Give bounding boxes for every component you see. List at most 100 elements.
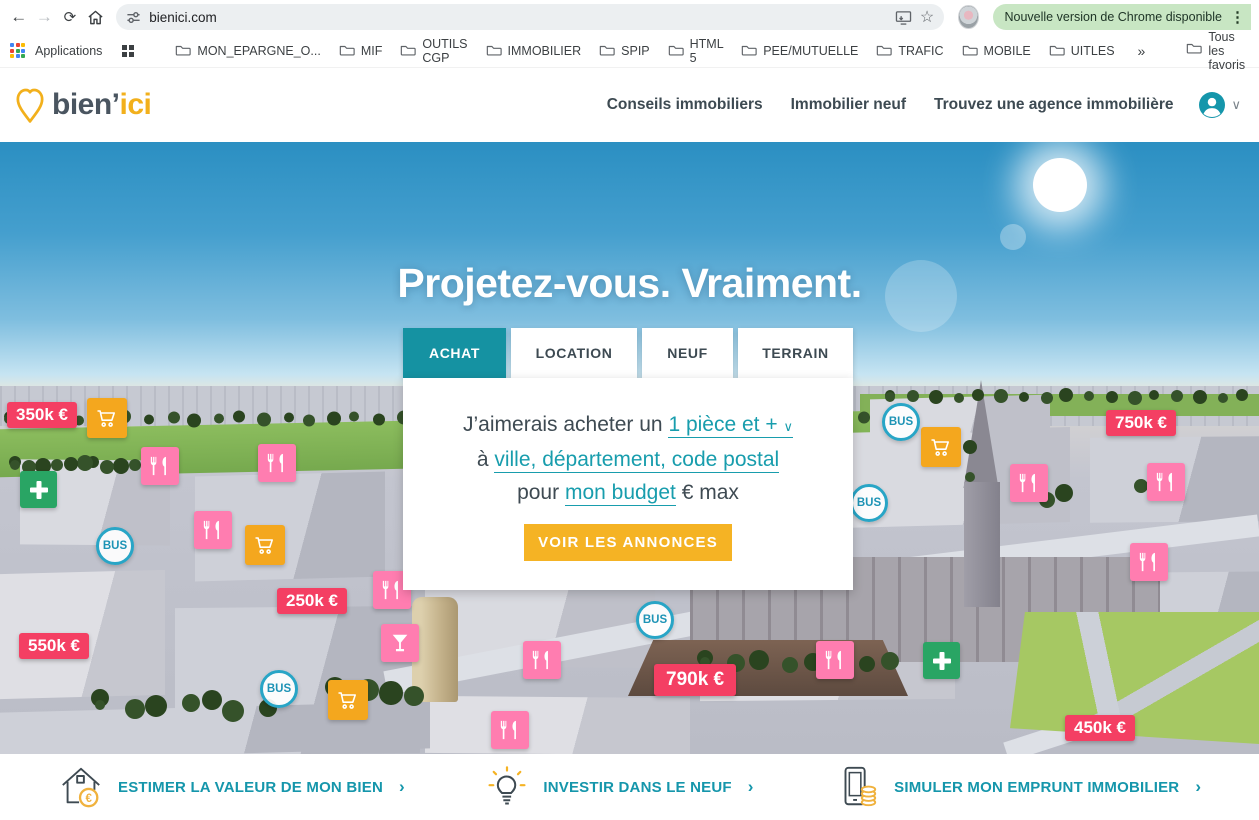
bookmark-folder-item[interactable]: SPIP bbox=[590, 39, 659, 63]
bus-stop-pin: BUS bbox=[96, 527, 134, 565]
tab-terrain[interactable]: TERRAIN bbox=[738, 328, 853, 378]
pharmacy-plus-icon bbox=[27, 478, 51, 502]
bookmark-folder-item[interactable]: IMMOBILIER bbox=[477, 39, 591, 63]
map-trees bbox=[95, 700, 105, 710]
tab-achat[interactable]: ACHAT bbox=[403, 328, 506, 378]
bookmark-folder-item[interactable]: UITLES bbox=[1040, 39, 1124, 63]
location-label: à bbox=[477, 448, 489, 471]
bookmark-label: TRAFIC bbox=[898, 44, 943, 58]
footer-action-1[interactable]: € ESTIMER LA VALEUR DE MON BIEN› bbox=[58, 764, 405, 810]
bienici-logo[interactable]: bien’ici bbox=[14, 86, 151, 124]
folder-icon bbox=[668, 44, 684, 57]
kebab-menu-icon[interactable]: ⋮ bbox=[1230, 8, 1245, 26]
folder-icon bbox=[741, 44, 757, 57]
nav-item-trouvez-une-agence-immobili-re[interactable]: Trouvez une agence immobilière bbox=[934, 96, 1173, 114]
bookmark-folder-item[interactable]: HTML 5 bbox=[659, 39, 733, 63]
bookmarks-bar: Applications MON_EPARGNE_O... MIF OUTILS… bbox=[0, 34, 1259, 68]
location-input[interactable]: ville, département, code postal bbox=[494, 448, 779, 473]
folder-icon bbox=[876, 44, 892, 57]
folder-icon bbox=[339, 44, 355, 57]
bookmark-folder-item[interactable]: MIF bbox=[330, 39, 392, 63]
profile-avatar[interactable] bbox=[958, 5, 978, 29]
search-tabs: ACHATLOCATIONNEUFTERRAIN bbox=[403, 328, 853, 378]
see-listings-button[interactable]: VOIR LES ANNONCES bbox=[524, 524, 732, 561]
address-bar[interactable]: bienici.com ☆ bbox=[116, 4, 944, 30]
restaurant-pin bbox=[258, 444, 296, 482]
sun bbox=[1033, 158, 1087, 212]
bookmark-star-icon[interactable]: ☆ bbox=[920, 7, 934, 27]
restaurant-icon bbox=[266, 452, 288, 474]
bookmark-label: SPIP bbox=[621, 44, 650, 58]
footer-action-label: ESTIMER LA VALEUR DE MON BIEN bbox=[118, 779, 383, 796]
svg-text:€: € bbox=[85, 793, 92, 805]
home-icon[interactable] bbox=[85, 4, 107, 30]
shopping-pin bbox=[245, 525, 285, 565]
restaurant-pin bbox=[491, 711, 529, 749]
folder-icon bbox=[175, 44, 191, 57]
restaurant-icon bbox=[1138, 551, 1160, 573]
restaurant-pin bbox=[1130, 543, 1168, 581]
phone-coins-icon bbox=[834, 764, 880, 810]
restaurant-icon bbox=[1018, 472, 1040, 494]
tab-location[interactable]: LOCATION bbox=[511, 328, 637, 378]
shopping-pin bbox=[87, 398, 127, 438]
footer-action-label: SIMULER MON EMPRUNT IMMOBILIER bbox=[894, 779, 1179, 796]
apps-label[interactable]: Applications bbox=[35, 44, 102, 58]
bookmark-folder-item[interactable]: MON_EPARGNE_O... bbox=[166, 39, 329, 63]
restaurant-icon bbox=[1155, 471, 1177, 493]
user-account-icon bbox=[1199, 92, 1225, 118]
budget-suffix: € max bbox=[682, 481, 739, 504]
account-menu[interactable]: ∨ bbox=[1199, 92, 1241, 118]
bus-stop-pin: BUS bbox=[636, 601, 674, 639]
all-bookmarks-folder[interactable]: Tous les favoris bbox=[1177, 39, 1254, 63]
shopping-pin bbox=[921, 427, 961, 467]
chrome-update-badge[interactable]: Nouvelle version de Chrome disponible ⋮ bbox=[993, 4, 1251, 30]
bookmark-label: MON_EPARGNE_O... bbox=[197, 44, 320, 58]
bookmark-label: HTML 5 bbox=[690, 37, 724, 65]
back-icon[interactable]: ← bbox=[8, 4, 30, 30]
footer-action-3[interactable]: SIMULER MON EMPRUNT IMMOBILIER› bbox=[834, 764, 1201, 810]
budget-label: pour bbox=[517, 481, 559, 504]
bookmark-folder-item[interactable]: TRAFIC bbox=[867, 39, 952, 63]
hero-3d-map: 350k €750k €250k €550k €790k €450k € bbox=[0, 142, 1259, 754]
reading-list-grid-icon[interactable] bbox=[122, 45, 134, 57]
bus-stop-pin: BUS bbox=[260, 670, 298, 708]
restaurant-icon bbox=[202, 519, 224, 541]
restaurant-icon bbox=[499, 719, 521, 741]
footer-action-2[interactable]: INVESTIR DANS LE NEUF› bbox=[485, 764, 753, 810]
browser-toolbar: ← → ⟳ bienici.com ☆ Nouvelle version de … bbox=[0, 0, 1259, 34]
folder-icon bbox=[400, 44, 416, 57]
nav-item-immobilier-neuf[interactable]: Immobilier neuf bbox=[791, 96, 906, 114]
search-prefix: J’aimerais acheter un bbox=[463, 413, 663, 436]
restaurant-pin bbox=[816, 641, 854, 679]
reload-icon[interactable]: ⟳ bbox=[59, 4, 81, 30]
restaurant-pin bbox=[1147, 463, 1185, 501]
url-text[interactable]: bienici.com bbox=[149, 10, 887, 25]
bookmark-folder-item[interactable]: PEE/MUTUELLE bbox=[732, 39, 867, 63]
site-info-icon[interactable] bbox=[126, 10, 141, 25]
price-tag: 250k € bbox=[277, 588, 347, 614]
heart-pin-icon bbox=[14, 86, 46, 124]
tab-neuf[interactable]: NEUF bbox=[642, 328, 733, 378]
budget-input[interactable]: mon budget bbox=[565, 481, 676, 506]
map-trees bbox=[885, 392, 895, 402]
forward-icon[interactable]: → bbox=[34, 4, 56, 30]
price-tag: 750k € bbox=[1106, 410, 1176, 436]
map-trees bbox=[965, 472, 975, 482]
restaurant-icon bbox=[381, 579, 403, 601]
bookmarks-overflow-icon[interactable]: » bbox=[1130, 43, 1154, 59]
bar-pin bbox=[381, 624, 419, 662]
bookmark-folder-item[interactable]: OUTILS CGP bbox=[391, 39, 476, 63]
send-to-device-icon[interactable] bbox=[895, 10, 912, 25]
rooms-select[interactable]: 1 pièce et + ∨ bbox=[668, 413, 793, 438]
restaurant-icon bbox=[149, 455, 171, 477]
bookmark-folder-item[interactable]: MOBILE bbox=[953, 39, 1040, 63]
pharmacy-pin bbox=[923, 642, 960, 679]
lightbulb-icon bbox=[485, 764, 529, 810]
nav-item-conseils-immobiliers[interactable]: Conseils immobiliers bbox=[607, 96, 763, 114]
apps-grid-icon[interactable] bbox=[10, 43, 25, 58]
price-tag: 790k € bbox=[654, 664, 736, 696]
price-tag: 450k € bbox=[1065, 715, 1135, 741]
chrome-update-text: Nouvelle version de Chrome disponible bbox=[1005, 10, 1222, 24]
restaurant-pin bbox=[194, 511, 232, 549]
